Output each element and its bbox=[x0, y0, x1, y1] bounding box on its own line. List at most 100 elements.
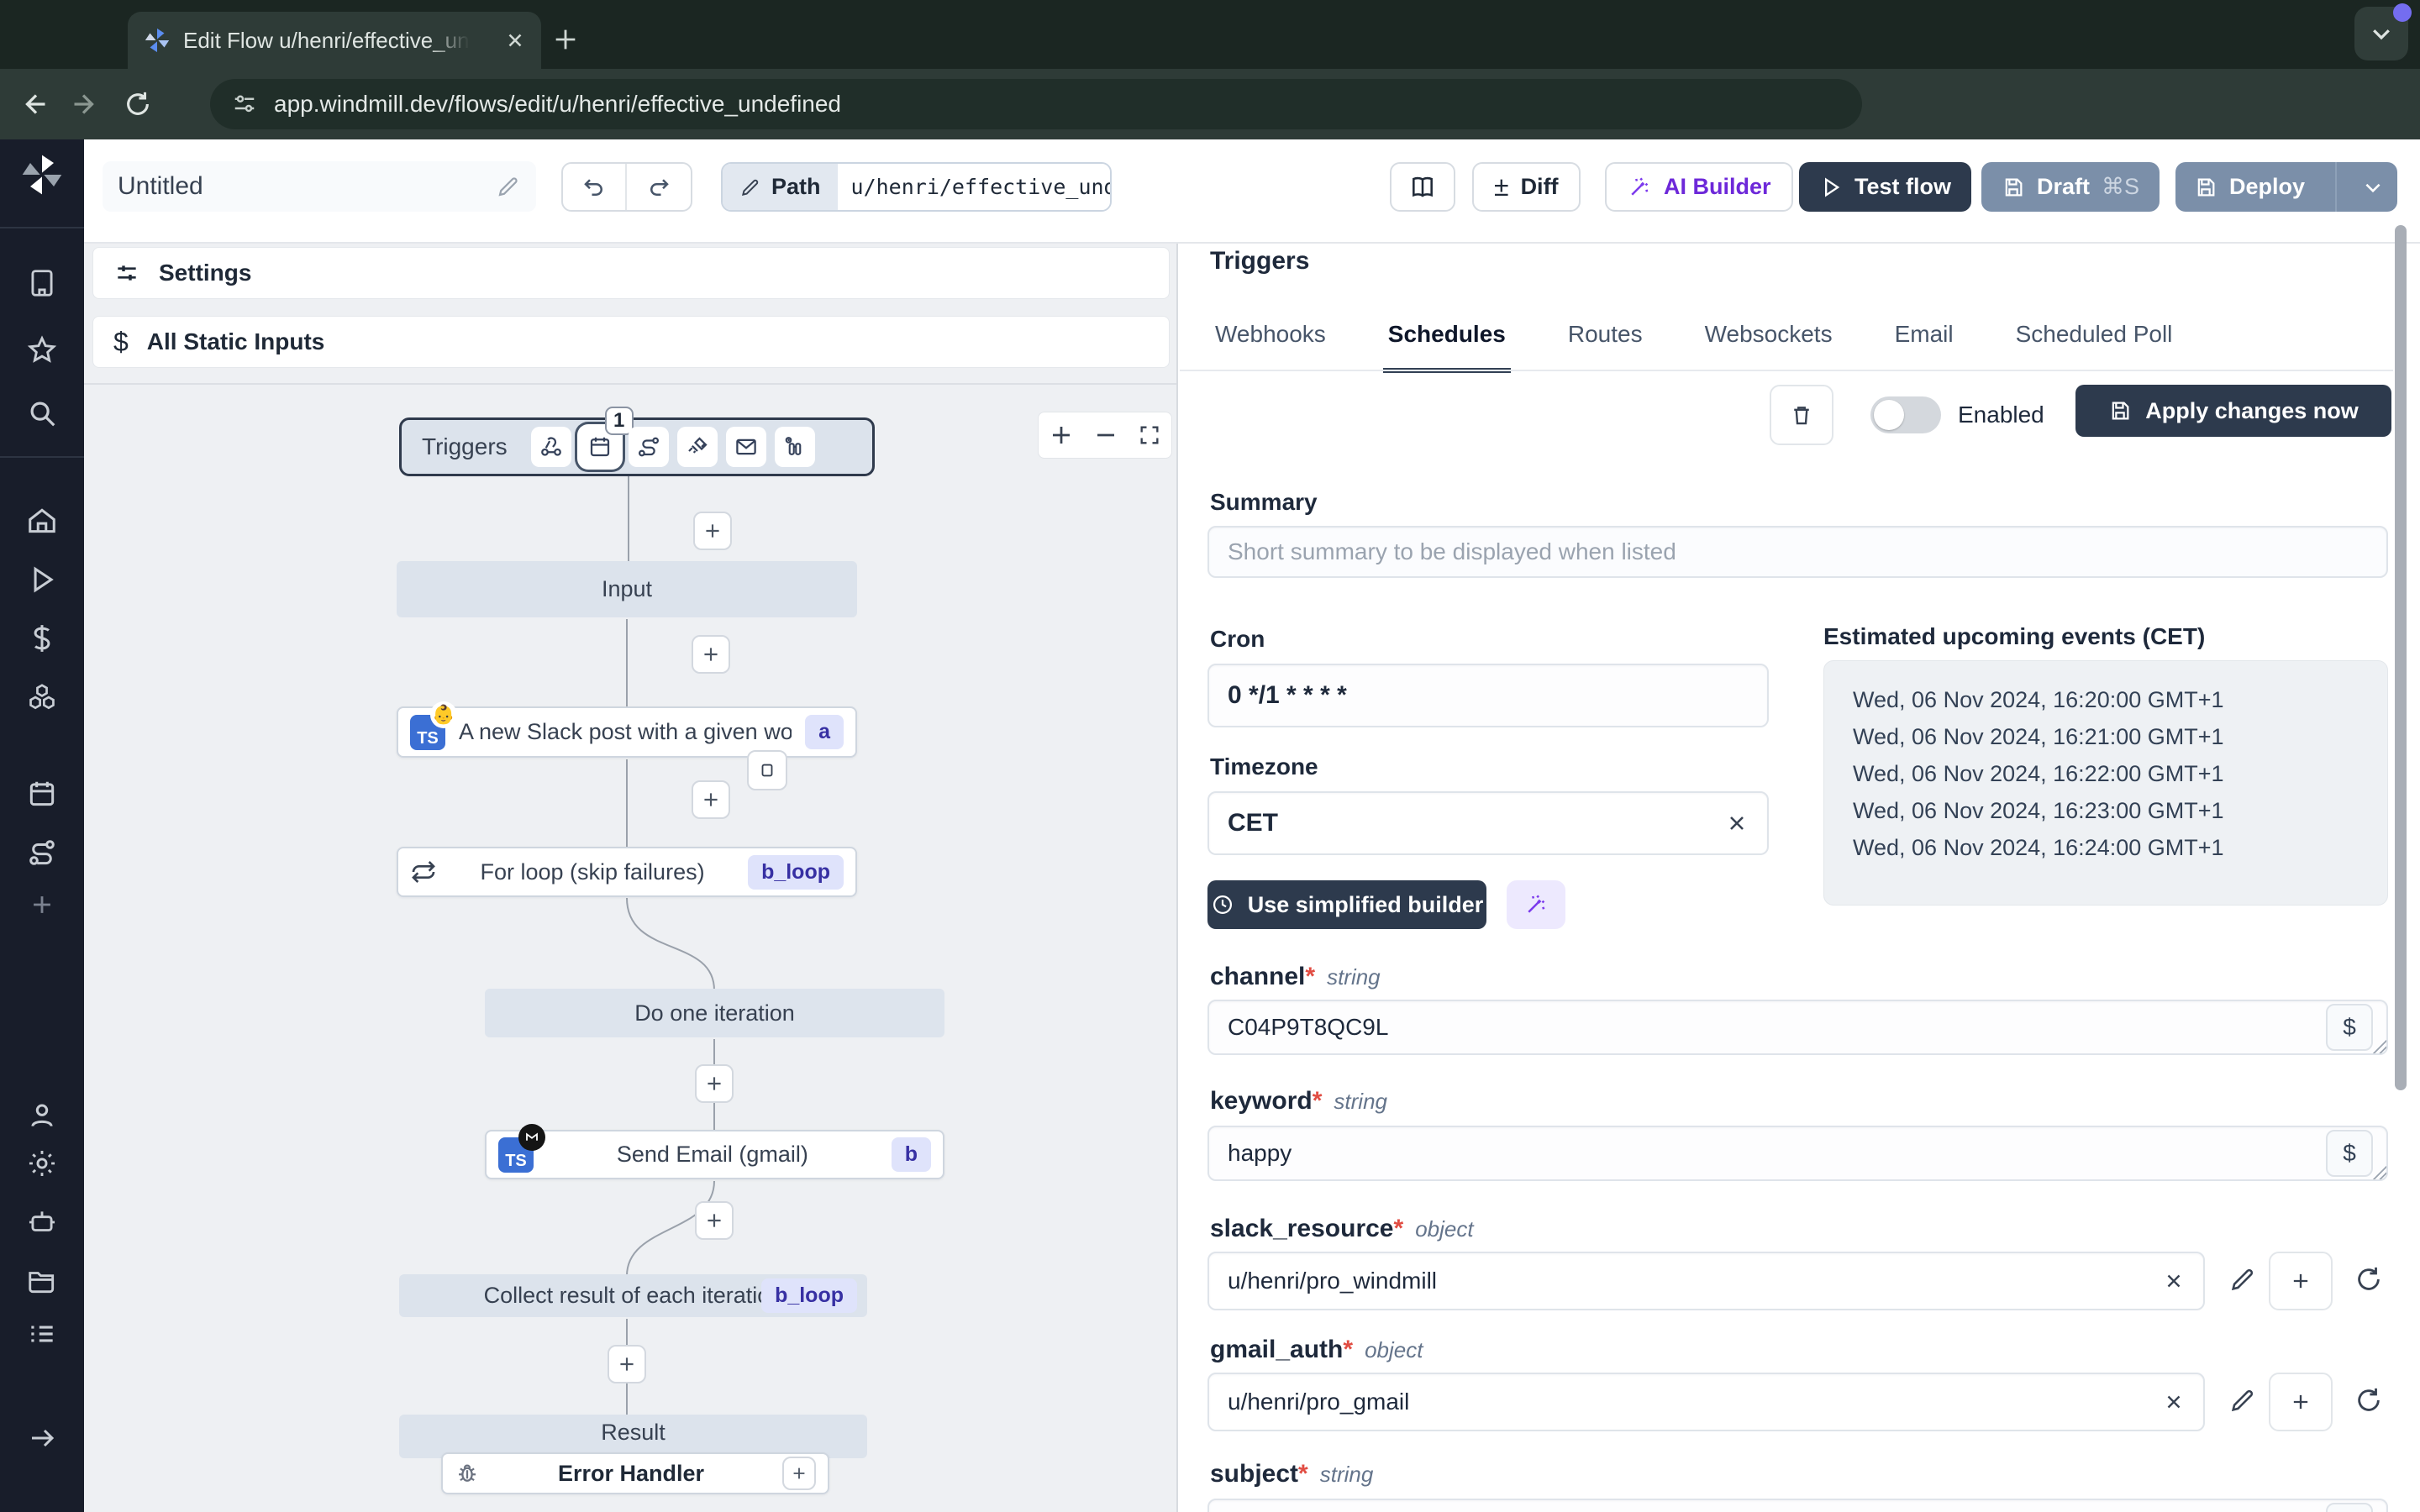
tab-scheduled-poll[interactable]: Scheduled Poll bbox=[2011, 309, 2178, 373]
url-text[interactable]: app.windmill.dev/flows/edit/u/henri/effe… bbox=[274, 91, 841, 118]
schedule-trigger-icon[interactable]: 1 bbox=[579, 407, 634, 467]
undo-button[interactable] bbox=[563, 164, 627, 210]
browser-tab[interactable]: Edit Flow u/henri/effective_un bbox=[128, 12, 541, 69]
insert-step-button[interactable] bbox=[695, 1064, 734, 1103]
redo-button[interactable] bbox=[627, 164, 691, 210]
reload-icon[interactable] bbox=[119, 86, 156, 123]
scheduled-poll-trigger-icon[interactable] bbox=[774, 427, 815, 467]
panel-divider[interactable] bbox=[1176, 244, 1178, 1512]
do-one-iteration-node[interactable]: Do one iteration bbox=[485, 989, 944, 1037]
logs-list-icon[interactable] bbox=[24, 1315, 60, 1352]
tab-schedules[interactable]: Schedules bbox=[1382, 309, 1511, 373]
triggers-node[interactable]: Triggers 1 bbox=[399, 407, 875, 476]
send-email-node[interactable]: TS Send Email (gmail) b bbox=[485, 1123, 944, 1179]
fit-view-icon[interactable] bbox=[1138, 423, 1161, 447]
search-icon[interactable] bbox=[24, 395, 60, 432]
ai-cron-wand-button[interactable] bbox=[1507, 880, 1565, 929]
keyword-input[interactable] bbox=[1207, 1126, 2388, 1181]
tab-routes[interactable]: Routes bbox=[1563, 309, 1648, 373]
new-tab-button[interactable] bbox=[551, 25, 580, 54]
insert-step-button[interactable] bbox=[693, 512, 732, 550]
edit-resource-pencil-icon[interactable] bbox=[2228, 1386, 2257, 1415]
tab-close-icon[interactable] bbox=[504, 29, 526, 51]
tab-webhooks[interactable]: Webhooks bbox=[1210, 309, 1331, 373]
back-icon[interactable] bbox=[15, 86, 52, 123]
edit-name-pencil-icon[interactable] bbox=[496, 174, 521, 199]
webhook-trigger-icon[interactable] bbox=[530, 427, 571, 467]
favorites-star-icon[interactable] bbox=[24, 332, 60, 369]
slack-step-node[interactable]: TS 👶 A new Slack post with a given wor..… bbox=[397, 701, 857, 758]
input-node[interactable]: Input bbox=[397, 561, 857, 617]
panel-scrollbar[interactable] bbox=[2395, 225, 2407, 1090]
tab-websockets[interactable]: Websockets bbox=[1700, 309, 1838, 373]
flow-name-box[interactable]: Untitled bbox=[103, 161, 536, 212]
flows-route-icon[interactable] bbox=[24, 834, 60, 871]
url-bar[interactable]: app.windmill.dev/flows/edit/u/henri/effe… bbox=[210, 79, 1862, 129]
clear-resource-icon[interactable] bbox=[2163, 1391, 2185, 1413]
draft-button[interactable]: Draft ⌘S bbox=[1981, 162, 2160, 212]
collect-result-node[interactable]: Collect result of each iteration b_loop bbox=[399, 1274, 867, 1317]
error-handler-node[interactable]: Error Handler bbox=[441, 1452, 829, 1494]
clear-resource-icon[interactable] bbox=[2163, 1270, 2185, 1292]
email-trigger-icon[interactable] bbox=[725, 427, 766, 467]
windmill-logo[interactable] bbox=[18, 151, 66, 198]
forward-icon[interactable] bbox=[67, 86, 104, 123]
docs-book-button[interactable] bbox=[1390, 162, 1455, 212]
for-loop-node[interactable]: For loop (skip failures) b_loop bbox=[397, 847, 857, 897]
deploy-button[interactable]: Deploy bbox=[2175, 162, 2398, 212]
zoom-out-icon[interactable] bbox=[1093, 423, 1118, 448]
diff-button[interactable]: ± Diff bbox=[1472, 162, 1581, 212]
ai-builder-button[interactable]: AI Builder bbox=[1605, 162, 1793, 212]
user-icon[interactable] bbox=[24, 1097, 60, 1134]
workers-robot-icon[interactable] bbox=[24, 1204, 60, 1241]
refresh-resource-icon[interactable] bbox=[2354, 1265, 2383, 1294]
expand-sidebar-arrow-icon[interactable] bbox=[24, 1420, 60, 1457]
clear-timezone-icon[interactable] bbox=[1725, 811, 1749, 835]
simplified-builder-button[interactable]: Use simplified builder bbox=[1207, 880, 1486, 929]
tab-email[interactable]: Email bbox=[1890, 309, 1959, 373]
home-icon[interactable] bbox=[24, 502, 60, 539]
route-trigger-icon[interactable] bbox=[628, 427, 669, 467]
resize-handle[interactable] bbox=[2371, 1164, 2386, 1179]
insert-step-button[interactable] bbox=[692, 635, 730, 674]
delete-schedule-button[interactable] bbox=[1770, 385, 1833, 445]
path-input[interactable]: u/henri/effective_undef bbox=[837, 164, 1110, 210]
refresh-resource-icon[interactable] bbox=[2354, 1386, 2383, 1415]
tab-search-button[interactable] bbox=[2354, 3, 2412, 60]
runs-play-icon[interactable] bbox=[24, 561, 60, 598]
resize-handle[interactable] bbox=[2371, 1038, 2386, 1053]
deploy-dropdown-button[interactable] bbox=[2349, 176, 2397, 198]
apply-changes-button[interactable]: Apply changes now bbox=[2075, 385, 2391, 437]
enabled-toggle[interactable] bbox=[1870, 396, 1941, 433]
workspace-building-icon[interactable] bbox=[24, 265, 60, 302]
timezone-input[interactable] bbox=[1207, 791, 1769, 855]
path-field[interactable]: Path u/henri/effective_undef bbox=[721, 162, 1112, 212]
subject-input[interactable] bbox=[1207, 1499, 2388, 1512]
keyword-insert-var-button[interactable]: $ bbox=[2326, 1130, 2373, 1177]
zoom-in-icon[interactable] bbox=[1049, 423, 1074, 448]
insert-step-button[interactable] bbox=[692, 780, 730, 819]
site-settings-icon[interactable] bbox=[232, 92, 257, 117]
insert-step-button[interactable] bbox=[608, 1345, 646, 1383]
channel-input[interactable] bbox=[1207, 1000, 2388, 1055]
test-flow-button[interactable]: Test flow bbox=[1799, 162, 1972, 212]
insert-step-button[interactable] bbox=[695, 1201, 734, 1240]
add-resource-button[interactable] bbox=[2269, 1252, 2333, 1310]
resources-cubes-icon[interactable] bbox=[24, 679, 60, 716]
settings-gear-icon[interactable] bbox=[24, 1145, 60, 1182]
variables-dollar-icon[interactable] bbox=[24, 620, 60, 657]
edit-resource-pencil-icon[interactable] bbox=[2228, 1265, 2257, 1294]
cron-input[interactable] bbox=[1207, 664, 1769, 727]
slack-resource-input[interactable] bbox=[1207, 1252, 2205, 1310]
add-plus-icon[interactable] bbox=[24, 886, 60, 923]
subject-insert-var-button[interactable]: $ bbox=[2326, 1503, 2373, 1512]
channel-insert-var-button[interactable]: $ bbox=[2326, 1004, 2373, 1051]
early-stop-button[interactable] bbox=[747, 750, 787, 790]
add-resource-button[interactable] bbox=[2269, 1373, 2333, 1431]
add-error-handler-button[interactable] bbox=[782, 1457, 816, 1490]
gmail-auth-input[interactable] bbox=[1207, 1373, 2205, 1431]
websocket-trigger-icon[interactable] bbox=[676, 427, 718, 467]
folders-icon[interactable] bbox=[24, 1263, 60, 1299]
schedules-calendar-icon[interactable] bbox=[24, 775, 60, 812]
summary-input[interactable] bbox=[1207, 526, 2388, 578]
